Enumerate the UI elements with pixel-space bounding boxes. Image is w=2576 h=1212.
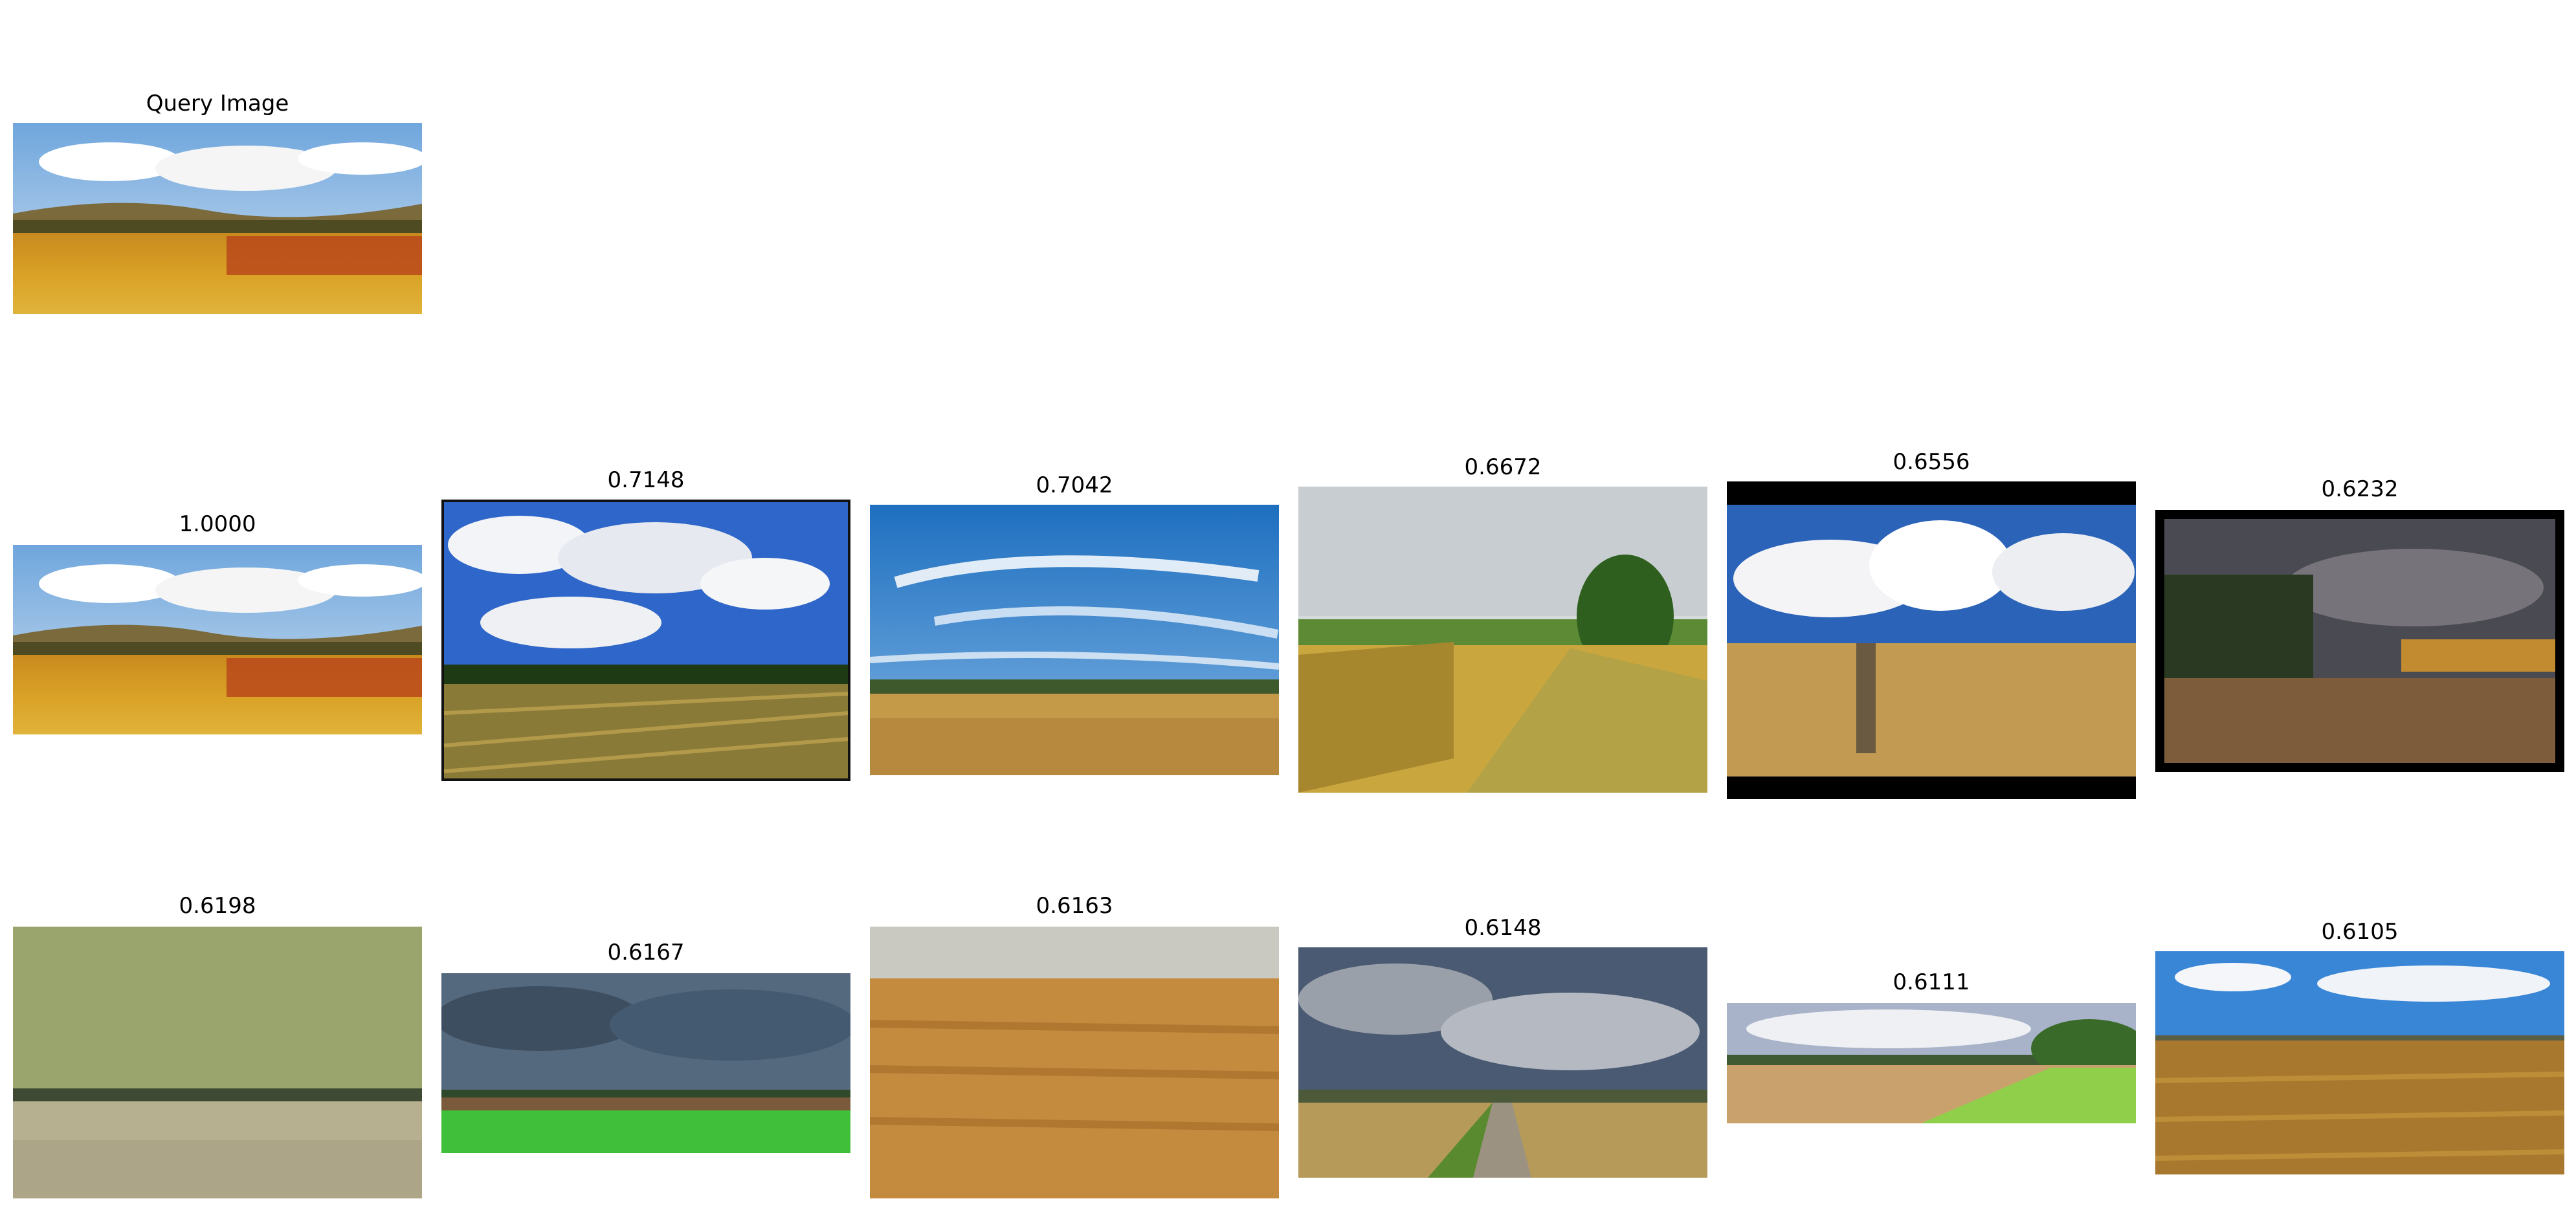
result-image <box>13 545 422 734</box>
similarity-score: 0.6556 <box>1893 449 1970 475</box>
result-image <box>1298 947 1707 1178</box>
result-image <box>1727 1003 2136 1123</box>
result-image <box>1298 487 1707 793</box>
similarity-score: 0.6167 <box>607 940 685 965</box>
query-cell: Query Image <box>13 91 422 314</box>
result-image <box>441 973 850 1153</box>
similarity-score: 0.6148 <box>1464 915 1542 941</box>
result-image <box>870 927 1279 1198</box>
similarity-score: 0.7042 <box>1036 472 1113 498</box>
similarity-score: 0.6163 <box>1036 893 1113 919</box>
query-title: Query Image <box>146 91 289 116</box>
similarity-score: 0.6198 <box>179 893 256 919</box>
similarity-score: 0.6672 <box>1464 454 1542 480</box>
similarity-score: 1.0000 <box>179 511 256 537</box>
similarity-score: 0.6232 <box>2321 476 2399 502</box>
query-image <box>13 123 422 314</box>
result-image <box>870 505 1279 775</box>
result-image <box>2155 510 2564 772</box>
result-image <box>2155 951 2564 1174</box>
similarity-score: 0.6105 <box>2321 919 2399 945</box>
result-image <box>13 927 422 1198</box>
similarity-score: 0.6111 <box>1893 969 1970 995</box>
result-image <box>441 500 850 781</box>
similarity-score: 0.7148 <box>607 467 685 493</box>
result-image <box>1727 481 2136 799</box>
